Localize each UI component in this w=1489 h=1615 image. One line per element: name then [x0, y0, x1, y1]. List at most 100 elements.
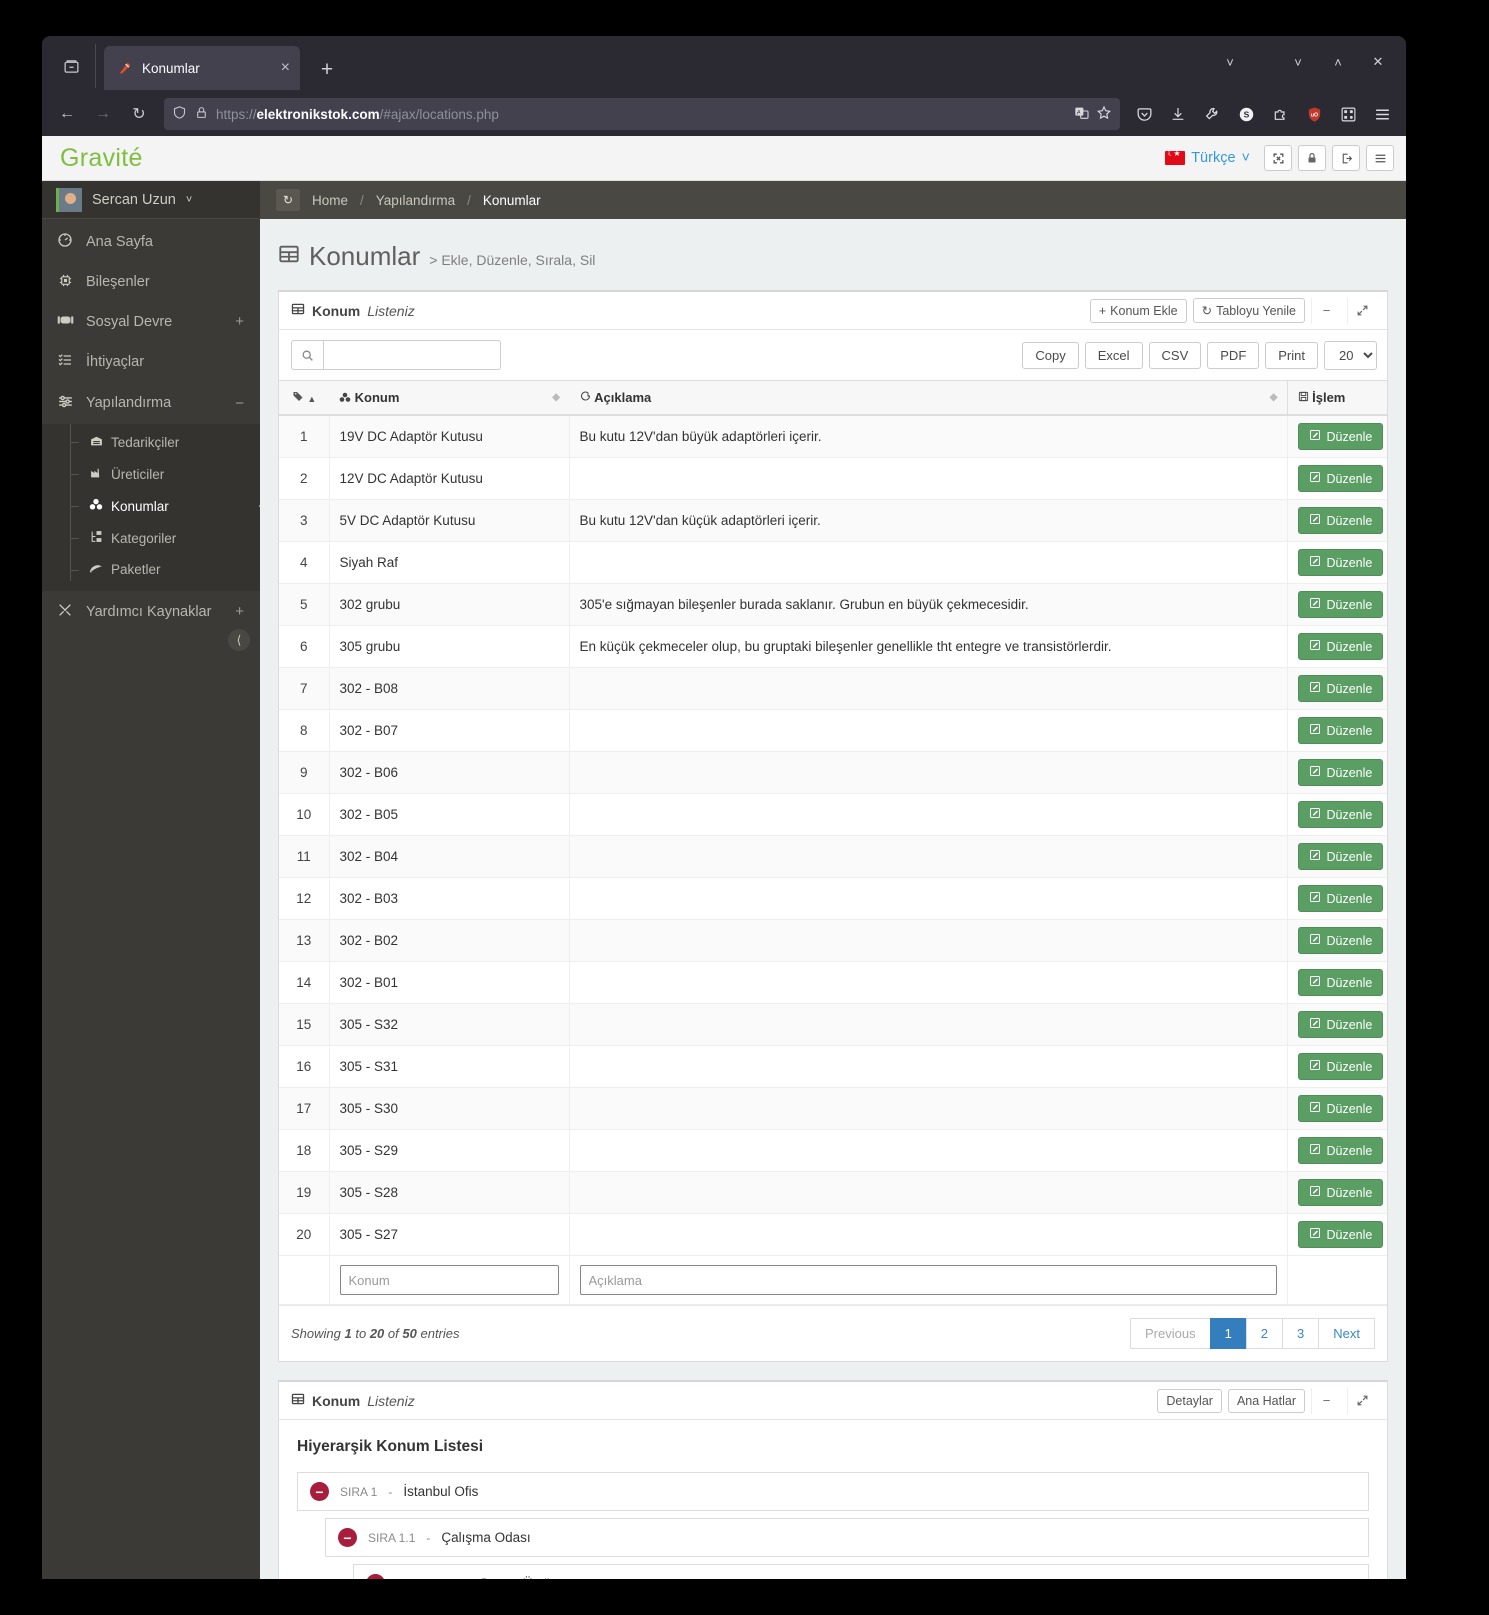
- collapse-minus-icon[interactable]: −: [366, 1574, 385, 1579]
- sidebar-item-paketler[interactable]: Paketler: [42, 554, 260, 585]
- edit-button[interactable]: Düzenle: [1297, 843, 1384, 870]
- sidebar-item-konumlar[interactable]: Konumlar: [42, 490, 266, 522]
- edit-button[interactable]: Düzenle: [1297, 885, 1384, 912]
- sidebar-collapse-button[interactable]: ⟨: [228, 629, 250, 651]
- edit-button[interactable]: Düzenle: [1297, 591, 1384, 618]
- fullscreen-button[interactable]: [1264, 145, 1292, 171]
- panel-expand-icon[interactable]: [1347, 1387, 1377, 1414]
- language-selector[interactable]: Türkçe ˅: [1165, 149, 1250, 166]
- edit-button[interactable]: Düzenle: [1297, 423, 1384, 450]
- new-tab-button[interactable]: +: [314, 58, 340, 82]
- firefox-view-button[interactable]: [48, 44, 96, 88]
- col-header-konum[interactable]: Konum ◆: [329, 380, 569, 416]
- edit-button[interactable]: Düzenle: [1297, 507, 1384, 534]
- sidebar-item-yardimci-kaynaklar[interactable]: Yardımcı Kaynaklar +: [42, 591, 260, 632]
- pagination-page-3[interactable]: 3: [1282, 1318, 1320, 1349]
- panel-expand-icon[interactable]: [1347, 297, 1377, 324]
- url-bar[interactable]: https://elektronikstok.com/#ajax/locatio…: [164, 98, 1120, 130]
- expand-plus-icon[interactable]: +: [235, 603, 244, 620]
- pdf-button[interactable]: PDF: [1207, 341, 1260, 369]
- edit-button[interactable]: Düzenle: [1297, 633, 1384, 660]
- panel-minimize-icon[interactable]: −: [1311, 297, 1341, 324]
- expand-plus-icon[interactable]: +: [235, 313, 244, 330]
- collapse-minus-icon[interactable]: −: [235, 395, 244, 412]
- search-input[interactable]: [323, 340, 501, 370]
- tree-node[interactable]: − SIRA 1- İstanbul Ofis: [297, 1472, 1369, 1511]
- wrench-icon[interactable]: [1196, 99, 1228, 129]
- lock-button[interactable]: [1298, 145, 1326, 171]
- hamburger-menu-icon[interactable]: [1366, 99, 1398, 129]
- pagination-page-2[interactable]: 2: [1245, 1318, 1284, 1349]
- copy-button[interactable]: Copy: [1022, 341, 1079, 369]
- ublock-origin-icon[interactable]: uO: [1298, 99, 1330, 129]
- qr-extension-icon[interactable]: [1332, 99, 1364, 129]
- edit-button[interactable]: Düzenle: [1297, 675, 1384, 702]
- sidebar-item-ihtiyaclar[interactable]: İhtiyaçlar: [42, 341, 260, 382]
- page-length-select[interactable]: 20: [1324, 340, 1377, 370]
- sidebar-item-tedarikciler[interactable]: Tedarikçiler: [42, 426, 260, 458]
- url-text[interactable]: https://elektronikstok.com/#ajax/locatio…: [216, 107, 1066, 122]
- sidebar-item-sosyal-devre[interactable]: Sosyal Devre +: [42, 302, 260, 341]
- minimize-chevron-icon[interactable]: ˅: [1278, 46, 1318, 78]
- edit-button[interactable]: Düzenle: [1297, 759, 1384, 786]
- edit-button[interactable]: Düzenle: [1297, 1137, 1384, 1164]
- close-icon[interactable]: ×: [281, 60, 290, 76]
- tree-node[interactable]: − SIRA 1.1- Çalışma Odası: [325, 1518, 1369, 1557]
- csv-button[interactable]: CSV: [1148, 341, 1202, 369]
- edit-button[interactable]: Düzenle: [1297, 717, 1384, 744]
- edit-button[interactable]: Düzenle: [1297, 549, 1384, 576]
- tab-list-chevron-icon[interactable]: ˅: [1182, 46, 1278, 78]
- breadcrumb-home[interactable]: Home: [312, 193, 348, 208]
- pagination-previous[interactable]: Previous: [1129, 1318, 1211, 1349]
- bookmark-star-icon[interactable]: [1096, 105, 1112, 124]
- details-button[interactable]: Detaylar: [1157, 1388, 1222, 1413]
- edit-button[interactable]: Düzenle: [1297, 1011, 1384, 1038]
- maximize-chevron-icon[interactable]: ˄: [1318, 46, 1358, 78]
- pagination-next[interactable]: Next: [1318, 1318, 1375, 1349]
- reload-icon[interactable]: ↻: [122, 98, 156, 130]
- breadcrumb-section[interactable]: Yapılandırma: [376, 193, 455, 208]
- downloads-icon[interactable]: [1162, 99, 1194, 129]
- new-location-desc-input[interactable]: [579, 1265, 1277, 1295]
- sidebar-item-yapilandirma[interactable]: Yapılandırma −: [42, 382, 260, 424]
- excel-button[interactable]: Excel: [1084, 341, 1143, 369]
- edit-button[interactable]: Düzenle: [1297, 969, 1384, 996]
- shield-icon[interactable]: [172, 105, 187, 123]
- puzzle-icon[interactable]: [1264, 99, 1296, 129]
- refresh-table-button[interactable]: ↻ Tabloyu Yenile: [1192, 298, 1305, 323]
- lock-icon[interactable]: [195, 106, 208, 122]
- edit-button[interactable]: Düzenle: [1297, 1221, 1384, 1248]
- window-close-icon[interactable]: ✕: [1358, 46, 1398, 78]
- sidebar-item-ureticiler[interactable]: Üreticiler: [42, 458, 260, 490]
- sidebar-item-kategoriler[interactable]: Kategoriler: [42, 522, 260, 554]
- panel-minimize-icon[interactable]: −: [1311, 1387, 1341, 1414]
- sidebar-item-bilesenler[interactable]: Bileşenler: [42, 262, 260, 302]
- edit-button[interactable]: Düzenle: [1297, 801, 1384, 828]
- edit-button[interactable]: Düzenle: [1297, 1095, 1384, 1122]
- s-badge-icon[interactable]: S: [1230, 99, 1262, 129]
- user-profile[interactable]: Sercan Uzun ˅: [42, 181, 260, 219]
- edit-button[interactable]: Düzenle: [1297, 927, 1384, 954]
- app-menu-button[interactable]: [1366, 145, 1394, 171]
- col-header-aciklama[interactable]: Açıklama ◆: [569, 380, 1287, 416]
- edit-button[interactable]: Düzenle: [1297, 465, 1384, 492]
- refresh-icon[interactable]: ↻: [276, 189, 300, 211]
- add-location-button[interactable]: + Konum Ekle: [1089, 298, 1187, 323]
- edit-button[interactable]: Düzenle: [1297, 1053, 1384, 1080]
- print-button[interactable]: Print: [1265, 341, 1318, 369]
- col-header-id[interactable]: ▲: [279, 380, 329, 416]
- pagination-page-1[interactable]: 1: [1209, 1318, 1247, 1349]
- collapse-minus-icon[interactable]: −: [338, 1528, 357, 1547]
- outline-button[interactable]: Ana Hatlar: [1227, 1388, 1305, 1413]
- logout-button[interactable]: [1332, 145, 1360, 171]
- sidebar-item-ana-sayfa[interactable]: Ana Sayfa: [42, 221, 260, 262]
- tree-node[interactable]: − SIRA 1.1.1 - Server Üstü: [353, 1564, 1369, 1579]
- browser-tab[interactable]: Konumlar ×: [104, 46, 300, 90]
- edit-button[interactable]: Düzenle: [1297, 1179, 1384, 1206]
- forward-icon[interactable]: →: [86, 98, 120, 130]
- collapse-minus-icon[interactable]: −: [310, 1482, 329, 1501]
- new-location-name-input[interactable]: [339, 1265, 559, 1295]
- back-icon[interactable]: ←: [50, 98, 84, 130]
- translate-icon[interactable]: A: [1074, 105, 1090, 124]
- pocket-icon[interactable]: [1128, 99, 1160, 129]
